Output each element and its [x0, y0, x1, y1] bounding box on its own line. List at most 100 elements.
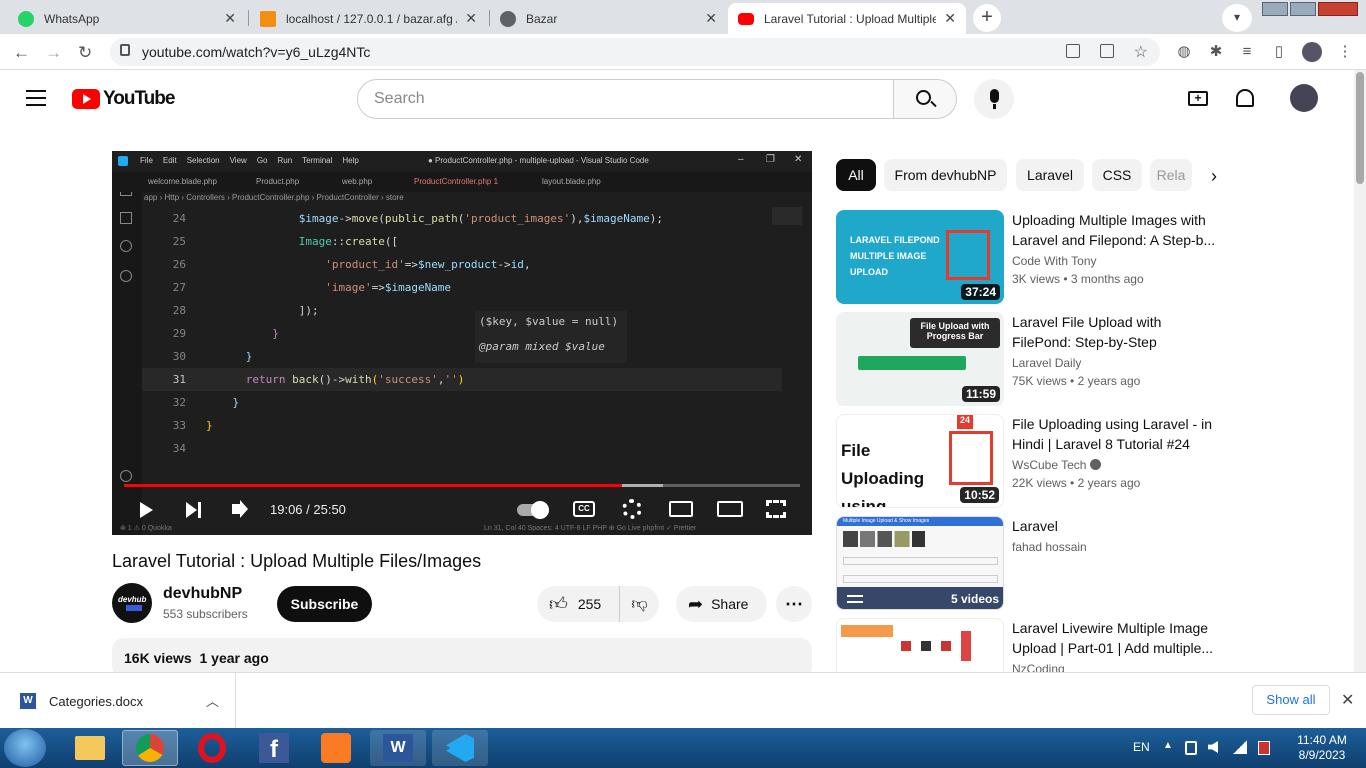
hamburger-menu-icon[interactable] — [26, 90, 46, 106]
tab-search-button[interactable]: ▾ — [1222, 4, 1252, 32]
media-queue-icon[interactable]: ≡ — [1238, 43, 1256, 61]
forward-icon[interactable]: → — [45, 43, 62, 63]
miniplayer-icon[interactable] — [669, 501, 693, 517]
channel-avatar[interactable]: devhub — [112, 583, 152, 623]
recommendation-item[interactable]: File Uploading using Laravel 24 10:52 Fi… — [836, 414, 1356, 508]
youtube-logo[interactable]: YouTube — [72, 88, 175, 110]
subscribe-button[interactable]: Subscribe — [277, 586, 372, 622]
chip-all[interactable]: All — [836, 159, 876, 191]
close-tab-icon[interactable]: ✕ — [705, 10, 717, 27]
close-tab-icon[interactable]: ✕ — [224, 10, 236, 27]
more-actions-button[interactable]: ⋯ — [776, 586, 812, 622]
tab-bazar[interactable]: Bazar ✕ — [490, 3, 727, 34]
chrome-menu-icon[interactable]: ⋮ — [1336, 43, 1354, 61]
playlist-thumbnail[interactable]: Multiple Image Upload & Show Images 5 vi… — [836, 516, 1004, 610]
extensions-puzzle-icon[interactable]: ✱ — [1207, 43, 1225, 61]
captions-icon[interactable]: CC — [573, 501, 595, 517]
action-center-icon[interactable] — [1185, 741, 1197, 755]
tab-whatsapp[interactable]: WhatsApp ✕ — [8, 3, 246, 34]
chevron-right-icon[interactable]: › — [1196, 159, 1232, 191]
download-item[interactable]: W Categories.docx ︿ — [0, 673, 236, 728]
new-tab-button[interactable]: + — [973, 4, 1001, 32]
recommendation-channel[interactable]: Code With Tony — [1012, 254, 1097, 268]
chip-related[interactable]: Rela — [1150, 159, 1192, 191]
account-avatar[interactable] — [1290, 84, 1318, 112]
taskbar-facebook[interactable]: f — [246, 730, 302, 766]
recommendation-title[interactable]: Laravel Livewire Multiple Image Upload |… — [1012, 618, 1222, 658]
side-panel-icon[interactable]: ▯ — [1270, 43, 1288, 61]
recommendation-channel[interactable]: WsCube Tech — [1012, 458, 1101, 472]
minimize-icon[interactable] — [1262, 2, 1288, 16]
share-page-icon[interactable] — [1100, 44, 1114, 58]
system-clock[interactable]: 11:40 AM 8/9/2023 — [1282, 733, 1362, 763]
video-thumbnail[interactable]: File Uploading using Laravel 24 10:52 — [836, 414, 1004, 508]
start-button[interactable] — [4, 729, 46, 767]
next-video-icon[interactable] — [186, 502, 197, 518]
taskbar-file-explorer[interactable] — [62, 730, 118, 766]
recommendation-channel[interactable]: Laravel Daily — [1012, 356, 1081, 370]
dislike-button[interactable]: 👎︎ — [619, 586, 659, 622]
like-button[interactable]: 👍︎ 255 — [537, 586, 619, 622]
chip-from-channel[interactable]: From devhubNP — [884, 159, 1007, 191]
playlist-item[interactable]: Multiple Image Upload & Show Images 5 vi… — [836, 516, 1356, 610]
language-indicator[interactable]: EN — [1133, 740, 1150, 754]
fullscreen-icon[interactable] — [766, 500, 786, 518]
recommendation-item[interactable]: File Upload with Progress Bar 11:59 Lara… — [836, 312, 1356, 406]
notifications-bell-icon[interactable] — [1236, 89, 1254, 107]
video-thumbnail[interactable]: File Upload with Progress Bar 11:59 — [836, 312, 1004, 406]
tab-phpmyadmin[interactable]: localhost / 127.0.0.1 / bazar.afg / ✕ — [250, 3, 487, 34]
volume-icon[interactable] — [232, 504, 240, 514]
autoplay-toggle[interactable] — [517, 501, 549, 519]
create-video-icon[interactable]: + — [1188, 91, 1208, 106]
video-player[interactable]: File Edit Selection View Go Run Terminal Help ●… — [112, 151, 812, 535]
recommendation-title[interactable]: Laravel File Upload with FilePond: Step-… — [1012, 312, 1222, 352]
play-icon[interactable] — [140, 502, 153, 518]
recommendation-title[interactable]: File Uploading using Laravel - in Hindi … — [1012, 414, 1222, 454]
recommendation-channel[interactable]: fahad hossain — [1012, 540, 1087, 554]
url-bar[interactable]: youtube.com/watch?v=y6_uLzg4NTc ☆ — [110, 38, 1160, 66]
page-scrollbar[interactable] — [1354, 70, 1366, 672]
recommendation-title[interactable]: Laravel — [1012, 516, 1222, 536]
browser-extension-globe-icon[interactable]: ◍ — [1175, 43, 1193, 61]
power-icon[interactable] — [1258, 741, 1270, 755]
chevron-up-icon[interactable]: ︿ — [206, 691, 219, 710]
close-tab-icon[interactable]: ✕ — [465, 10, 477, 27]
install-icon[interactable] — [1066, 44, 1080, 58]
show-all-downloads-button[interactable]: Show all — [1252, 685, 1330, 715]
close-window-icon[interactable] — [1318, 2, 1358, 16]
recommendation-meta: 3K views • 3 months ago — [1012, 272, 1144, 286]
taskbar-chrome[interactable] — [122, 730, 178, 766]
recommendation-item[interactable]: LARAVEL FILEPOND MULTIPLE IMAGE UPLOAD 3… — [836, 210, 1356, 304]
video-thumbnail[interactable] — [836, 618, 1004, 672]
show-hidden-icons-icon[interactable]: ▲ — [1163, 740, 1173, 751]
taskbar-word[interactable]: W — [370, 730, 426, 766]
chip-laravel[interactable]: Laravel — [1016, 159, 1084, 191]
taskbar-xampp[interactable] — [308, 730, 364, 766]
chip-css[interactable]: CSS — [1092, 159, 1142, 191]
settings-gear-icon[interactable] — [622, 499, 642, 519]
channel-name[interactable]: devhubNP — [163, 585, 242, 603]
taskbar-opera[interactable] — [184, 730, 240, 766]
back-icon[interactable]: ← — [13, 43, 30, 63]
recommendation-item[interactable]: Laravel Livewire Multiple Image Upload |… — [836, 618, 1356, 672]
network-signal-icon[interactable] — [1233, 740, 1247, 754]
close-tab-icon[interactable]: ✕ — [944, 10, 956, 27]
scrollbar-thumb[interactable] — [1356, 72, 1364, 184]
voice-search-button[interactable] — [974, 79, 1014, 119]
speaker-icon[interactable] — [1208, 741, 1218, 753]
bookmark-star-icon[interactable]: ☆ — [1134, 42, 1148, 62]
taskbar-vscode[interactable] — [432, 730, 488, 766]
recommendation-title[interactable]: Uploading Multiple Images with Laravel a… — [1012, 210, 1222, 250]
recommendation-channel[interactable]: NzCoding — [1012, 662, 1065, 672]
profile-avatar[interactable] — [1302, 42, 1322, 62]
video-progress-bar[interactable] — [124, 484, 800, 487]
tab-youtube[interactable]: Laravel Tutorial : Upload Multiple ✕ — [728, 3, 966, 34]
reload-icon[interactable]: ↻ — [78, 43, 92, 63]
search-button[interactable] — [893, 79, 957, 119]
video-thumbnail[interactable]: LARAVEL FILEPOND MULTIPLE IMAGE UPLOAD 3… — [836, 210, 1004, 304]
maximize-icon[interactable] — [1290, 2, 1316, 16]
search-input[interactable]: Search — [357, 79, 894, 119]
theater-mode-icon[interactable] — [717, 501, 743, 517]
close-download-shelf-icon[interactable]: ✕ — [1341, 690, 1354, 710]
share-button[interactable]: ➦ Share — [676, 586, 767, 622]
